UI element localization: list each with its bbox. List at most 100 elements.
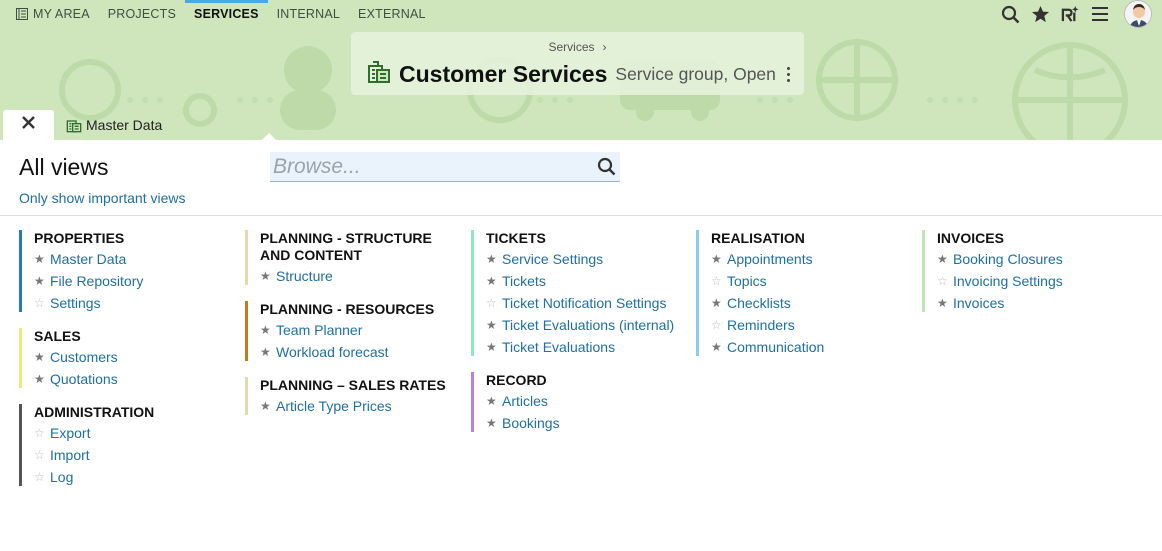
view-link-label: Import bbox=[50, 447, 90, 463]
view-link[interactable]: ★ Appointments bbox=[711, 251, 911, 268]
star-filled-icon[interactable]: ★ bbox=[260, 344, 276, 361]
group-title: INVOICES bbox=[937, 230, 1004, 246]
nav-services[interactable]: SERVICES bbox=[185, 0, 268, 28]
view-link[interactable]: ★ File Repository bbox=[34, 273, 234, 290]
star-outline-icon[interactable]: ☆ bbox=[34, 447, 50, 464]
view-link[interactable]: ★ Invoices bbox=[937, 295, 1137, 312]
star-outline-icon[interactable]: ☆ bbox=[711, 317, 727, 334]
group-color-bar bbox=[922, 230, 925, 312]
breadcrumb-item[interactable]: Services bbox=[548, 40, 594, 54]
view-link[interactable]: ☆ Log bbox=[34, 469, 234, 486]
view-link[interactable]: ★ Communication bbox=[711, 339, 911, 356]
star-filled-icon[interactable]: ★ bbox=[34, 349, 50, 366]
view-link[interactable]: ★ Ticket Evaluations (internal) bbox=[486, 317, 691, 334]
view-link[interactable]: ★ Master Data bbox=[34, 251, 234, 268]
tab-master-data[interactable]: Master Data bbox=[54, 110, 172, 140]
view-link[interactable]: ★ Customers bbox=[34, 349, 234, 366]
view-link[interactable]: ☆ Invoicing Settings bbox=[937, 273, 1137, 290]
more-options-icon[interactable] bbox=[784, 67, 794, 82]
view-link[interactable]: ☆ Reminders bbox=[711, 317, 911, 334]
star-filled-icon[interactable]: ★ bbox=[486, 393, 502, 410]
view-link[interactable]: ☆ Ticket Notification Settings bbox=[486, 295, 691, 312]
star-outline-icon[interactable]: ☆ bbox=[34, 295, 50, 312]
star-outline-icon[interactable]: ☆ bbox=[711, 273, 727, 290]
view-link[interactable]: ★ Quotations bbox=[34, 371, 234, 388]
group-title: ADMINISTRATION bbox=[34, 404, 155, 420]
view-link[interactable]: ★ Bookings bbox=[486, 415, 691, 432]
view-link[interactable]: ☆ Topics bbox=[711, 273, 911, 290]
star-outline-icon[interactable]: ☆ bbox=[937, 273, 953, 290]
browse-input[interactable] bbox=[270, 152, 580, 181]
view-link[interactable]: ☆ Export bbox=[34, 425, 234, 442]
group-color-bar bbox=[19, 230, 22, 312]
view-link-label: Ticket Notification Settings bbox=[502, 295, 667, 311]
nav-label: SERVICES bbox=[194, 7, 259, 21]
important-views-link[interactable]: Only show important views bbox=[19, 190, 186, 206]
star-icon[interactable] bbox=[1030, 4, 1050, 24]
nav-label: EXTERNAL bbox=[358, 7, 426, 21]
group-color-bar bbox=[696, 230, 699, 356]
star-filled-icon[interactable]: ★ bbox=[34, 251, 50, 268]
ai-icon[interactable] bbox=[1060, 4, 1080, 24]
menu-icon[interactable] bbox=[1090, 4, 1110, 24]
divider bbox=[0, 215, 1162, 216]
view-link[interactable]: ★ Articles bbox=[486, 393, 691, 410]
view-link[interactable]: ★ Workload forecast bbox=[260, 344, 460, 361]
view-link[interactable]: ★ Structure bbox=[260, 268, 460, 285]
header-band: MY AREA PROJECTS SERVICES INTERNAL EXTER… bbox=[0, 0, 1162, 140]
star-filled-icon[interactable]: ★ bbox=[486, 251, 502, 268]
star-outline-icon[interactable]: ☆ bbox=[486, 295, 502, 312]
search-icon[interactable] bbox=[1000, 4, 1020, 24]
view-link[interactable]: ★ Booking Closures bbox=[937, 251, 1137, 268]
view-link[interactable]: ★ Tickets bbox=[486, 273, 691, 290]
view-link-label: Settings bbox=[50, 295, 101, 311]
view-group: PLANNING - STRUCTURE AND CONTENT ★ Structu… bbox=[245, 230, 460, 285]
view-link[interactable]: ★ Article Type Prices bbox=[260, 398, 460, 415]
star-filled-icon[interactable]: ★ bbox=[486, 339, 502, 356]
nav-projects[interactable]: PROJECTS bbox=[99, 0, 185, 28]
search-icon[interactable] bbox=[597, 157, 616, 181]
nav-my-area[interactable]: MY AREA bbox=[0, 0, 99, 28]
star-outline-icon[interactable]: ☆ bbox=[34, 425, 50, 442]
title-card: Services › Customer Services Service grou… bbox=[351, 32, 804, 95]
view-link-label: Service Settings bbox=[502, 251, 604, 267]
star-filled-icon[interactable]: ★ bbox=[486, 415, 502, 432]
view-link-label: Tickets bbox=[502, 273, 546, 289]
group-title: SALES bbox=[34, 328, 81, 344]
view-link[interactable]: ☆ Import bbox=[34, 447, 234, 464]
group-title: PLANNING - STRUCTURE AND CONTENT bbox=[260, 230, 432, 263]
group-title: RECORD bbox=[486, 372, 547, 388]
view-group: SALES ★ Customers ★ Quotations bbox=[19, 328, 234, 388]
view-link[interactable]: ★ Ticket Evaluations bbox=[486, 339, 691, 356]
star-outline-icon[interactable]: ☆ bbox=[34, 469, 50, 486]
star-filled-icon[interactable]: ★ bbox=[711, 251, 727, 268]
star-filled-icon[interactable]: ★ bbox=[260, 398, 276, 415]
panel-heading: All views bbox=[19, 154, 109, 180]
view-link[interactable]: ★ Checklists bbox=[711, 295, 911, 312]
nav-label: PROJECTS bbox=[107, 7, 177, 21]
nav-internal[interactable]: INTERNAL bbox=[268, 0, 349, 28]
view-link[interactable]: ★ Team Planner bbox=[260, 322, 460, 339]
star-filled-icon[interactable]: ★ bbox=[486, 317, 502, 334]
view-link-label: Article Type Prices bbox=[276, 398, 392, 414]
avatar[interactable] bbox=[1124, 0, 1152, 28]
star-filled-icon[interactable]: ★ bbox=[937, 295, 953, 312]
nav-external[interactable]: EXTERNAL bbox=[349, 0, 435, 28]
star-filled-icon[interactable]: ★ bbox=[260, 268, 276, 285]
star-filled-icon[interactable]: ★ bbox=[711, 339, 727, 356]
view-link[interactable]: ★ Service Settings bbox=[486, 251, 691, 268]
view-link-label: Invoices bbox=[953, 295, 1005, 311]
star-filled-icon[interactable]: ★ bbox=[486, 273, 502, 290]
toolbar bbox=[1000, 0, 1152, 28]
view-link-label: Master Data bbox=[50, 251, 127, 267]
view-link-label: Team Planner bbox=[276, 322, 363, 338]
star-filled-icon[interactable]: ★ bbox=[34, 371, 50, 388]
view-link[interactable]: ☆ Settings bbox=[34, 295, 234, 312]
nav-label: MY AREA bbox=[33, 7, 90, 21]
star-filled-icon[interactable]: ★ bbox=[260, 322, 276, 339]
close-tab-button[interactable] bbox=[3, 110, 54, 140]
star-filled-icon[interactable]: ★ bbox=[711, 295, 727, 312]
star-filled-icon[interactable]: ★ bbox=[34, 273, 50, 290]
star-filled-icon[interactable]: ★ bbox=[937, 251, 953, 268]
breadcrumb[interactable]: Services › bbox=[351, 40, 804, 54]
